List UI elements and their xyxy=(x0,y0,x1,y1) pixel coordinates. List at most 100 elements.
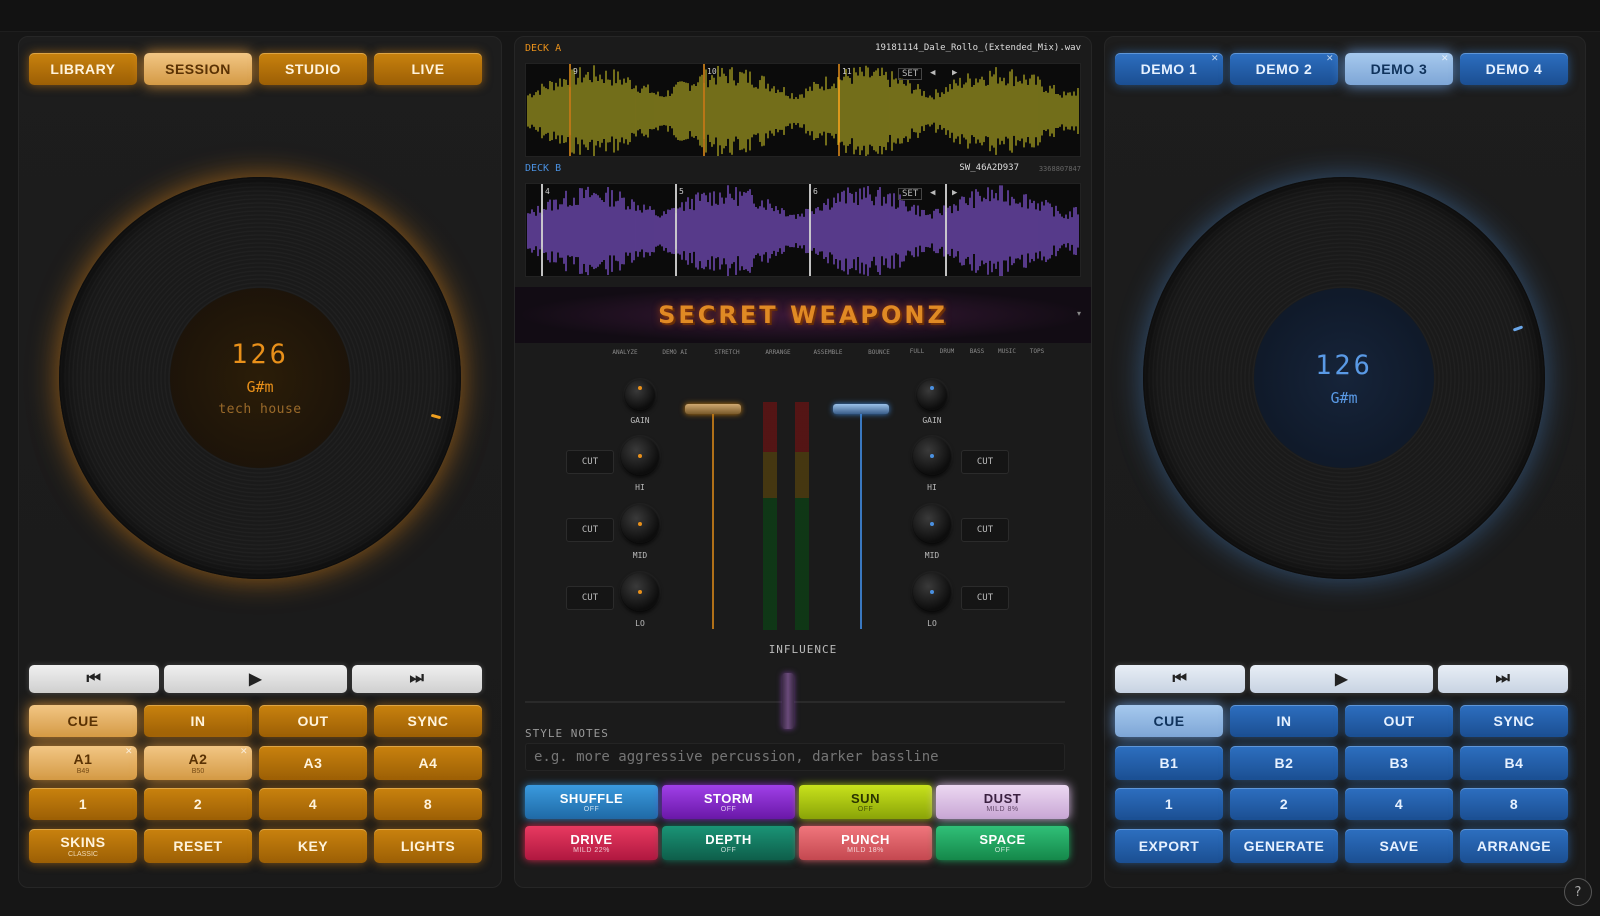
fx-punch-button[interactable]: PUNCH MILD 18% xyxy=(799,826,932,860)
loop-2-button[interactable]: 2 xyxy=(144,788,252,820)
deck-b-sync-button[interactable]: SYNC xyxy=(1460,705,1568,737)
mid-cut-a-button[interactable]: CUT xyxy=(566,518,614,542)
fx-dust-button[interactable]: DUST MILD 8% xyxy=(936,785,1069,819)
influence-slider-handle[interactable] xyxy=(782,673,794,729)
key-button[interactable]: KEY xyxy=(259,829,367,863)
deck-a-right-button[interactable]: ▶ xyxy=(952,68,957,78)
fx-space-button[interactable]: SPACE OFF xyxy=(936,826,1069,860)
deck-b-cue-button[interactable]: CUE xyxy=(1115,705,1223,737)
tool-bounce[interactable]: BOUNCE xyxy=(859,349,899,356)
deck-a-out-button[interactable]: OUT xyxy=(259,705,367,737)
loop-b-2-button[interactable]: 2 xyxy=(1230,788,1338,820)
help-button[interactable]: ? xyxy=(1564,878,1592,906)
hi-knob-b[interactable] xyxy=(913,437,951,475)
tab-demo-1[interactable]: DEMO 1 ✕ xyxy=(1115,53,1223,85)
mid-knob-b[interactable] xyxy=(913,505,951,543)
deck-b-in-button[interactable]: IN xyxy=(1230,705,1338,737)
deck-b-out-button[interactable]: OUT xyxy=(1345,705,1453,737)
deck-b-prev-button[interactable]: ⏮ xyxy=(1115,665,1245,693)
deck-b-left-button[interactable]: ◀ xyxy=(930,188,935,198)
tool-demo-ai[interactable]: DEMO AI xyxy=(655,349,695,356)
fx-storm-button[interactable]: STORM OFF xyxy=(662,785,795,819)
channel-a-fader[interactable] xyxy=(685,404,741,414)
style-notes-input[interactable] xyxy=(525,743,1065,771)
tool-assemble[interactable]: ASSEMBLE xyxy=(808,349,848,356)
loop-b-1-button[interactable]: 1 xyxy=(1115,788,1223,820)
loop-4-button[interactable]: 4 xyxy=(259,788,367,820)
fx-drive-button[interactable]: DRIVE MILD 22% xyxy=(525,826,658,860)
fx-sun-button[interactable]: SUN OFF xyxy=(799,785,932,819)
channel-b-fader[interactable] xyxy=(833,404,889,414)
hotcue-b1-button[interactable]: B1 xyxy=(1115,746,1223,780)
hotcue-b4-button[interactable]: B4 xyxy=(1460,746,1568,780)
deck-a-set-button[interactable]: SET xyxy=(898,68,923,80)
deck-b-platter[interactable]: 126 G#m xyxy=(1143,177,1545,579)
tab-demo-2[interactable]: DEMO 2 ✕ xyxy=(1230,53,1338,85)
loop-1-button[interactable]: 1 xyxy=(29,788,137,820)
deck-a-play-button[interactable]: ▶ xyxy=(164,665,347,693)
stem-drum[interactable]: DRUM xyxy=(935,348,959,355)
close-icon[interactable]: ✕ xyxy=(1326,53,1334,64)
lo-knob-a[interactable] xyxy=(621,573,659,611)
chevron-down-icon[interactable]: ▾ xyxy=(1077,309,1081,318)
deck-b-waveform[interactable]: 4 5 6 SET ◀ ▶ xyxy=(525,183,1081,277)
hotcue-a3-button[interactable]: A3 xyxy=(259,746,367,780)
hotcue-a2-button[interactable]: A2 B50 ✕ xyxy=(144,746,252,780)
lo-knob-b[interactable] xyxy=(913,573,951,611)
loop-8-button[interactable]: 8 xyxy=(374,788,482,820)
generate-button[interactable]: GENERATE xyxy=(1230,829,1338,863)
deck-b-next-button[interactable]: ⏭ xyxy=(1438,665,1568,693)
tool-stretch[interactable]: STRETCH xyxy=(707,349,747,356)
close-icon[interactable]: ✕ xyxy=(240,746,248,757)
fx-shuffle-button[interactable]: SHUFFLE OFF xyxy=(525,785,658,819)
lights-button[interactable]: LIGHTS xyxy=(374,829,482,863)
save-button[interactable]: SAVE xyxy=(1345,829,1453,863)
loop-b-4-button[interactable]: 4 xyxy=(1345,788,1453,820)
deck-b-play-button[interactable]: ▶ xyxy=(1250,665,1433,693)
reset-button[interactable]: RESET xyxy=(144,829,252,863)
deck-a-platter[interactable]: 126 G#m tech house xyxy=(59,177,461,579)
hotcue-b3-button[interactable]: B3 xyxy=(1345,746,1453,780)
deck-a-sync-button[interactable]: SYNC xyxy=(374,705,482,737)
tool-arrange[interactable]: ARRANGE xyxy=(758,349,798,356)
stem-music[interactable]: MUSIC xyxy=(995,348,1019,355)
tab-library[interactable]: LIBRARY xyxy=(29,53,137,85)
close-icon[interactable]: ✕ xyxy=(1211,53,1219,64)
close-icon[interactable]: ✕ xyxy=(125,746,133,757)
close-icon[interactable]: ✕ xyxy=(1441,53,1449,64)
tab-session[interactable]: SESSION xyxy=(144,53,252,85)
hi-knob-a[interactable] xyxy=(621,437,659,475)
deck-a-cue-button[interactable]: CUE xyxy=(29,705,137,737)
deck-a-waveform[interactable]: 9 10 11 SET ◀ ▶ xyxy=(525,63,1081,157)
tab-demo-4[interactable]: DEMO 4 xyxy=(1460,53,1568,85)
tab-demo-3[interactable]: DEMO 3 ✕ xyxy=(1345,53,1453,85)
hi-cut-a-button[interactable]: CUT xyxy=(566,450,614,474)
stem-tops[interactable]: TOPS xyxy=(1025,348,1049,355)
gain-knob-b[interactable] xyxy=(917,380,947,410)
lo-cut-a-button[interactable]: CUT xyxy=(566,586,614,610)
mid-cut-b-button[interactable]: CUT xyxy=(961,518,1009,542)
hotcue-b2-button[interactable]: B2 xyxy=(1230,746,1338,780)
lo-cut-b-button[interactable]: CUT xyxy=(961,586,1009,610)
export-button[interactable]: EXPORT xyxy=(1115,829,1223,863)
hotcue-a1-button[interactable]: A1 B49 ✕ xyxy=(29,746,137,780)
fx-depth-button[interactable]: DEPTH OFF xyxy=(662,826,795,860)
stem-bass[interactable]: BASS xyxy=(965,348,989,355)
deck-a-in-button[interactable]: IN xyxy=(144,705,252,737)
gain-knob-a[interactable] xyxy=(625,380,655,410)
stem-full[interactable]: FULL xyxy=(905,348,929,355)
tab-studio[interactable]: STUDIO xyxy=(259,53,367,85)
hi-cut-b-button[interactable]: CUT xyxy=(961,450,1009,474)
loop-b-8-button[interactable]: 8 xyxy=(1460,788,1568,820)
tool-analyze[interactable]: ANALYZE xyxy=(605,349,645,356)
skins-button[interactable]: SKINS CLASSIC xyxy=(29,829,137,863)
deck-b-right-button[interactable]: ▶ xyxy=(952,188,957,198)
mid-knob-a[interactable] xyxy=(621,505,659,543)
deck-a-next-button[interactable]: ⏭ xyxy=(352,665,482,693)
hotcue-a4-button[interactable]: A4 xyxy=(374,746,482,780)
arrange-button[interactable]: ARRANGE xyxy=(1460,829,1568,863)
deck-a-prev-button[interactable]: ⏮ xyxy=(29,665,159,693)
tab-live[interactable]: LIVE xyxy=(374,53,482,85)
deck-a-left-button[interactable]: ◀ xyxy=(930,68,935,78)
deck-b-set-button[interactable]: SET xyxy=(898,188,923,200)
